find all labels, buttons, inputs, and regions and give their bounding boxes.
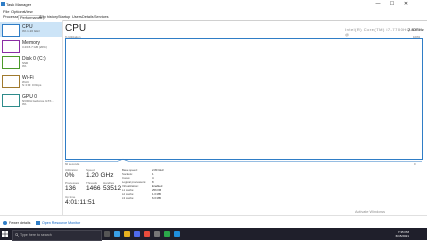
memory-thumbnail-graph [2, 40, 20, 53]
task-manager-icon [1, 1, 5, 6]
window-title: Task Manager [6, 1, 32, 7]
tab-services[interactable]: Services [93, 15, 110, 21]
cpu-thumbnail-graph [2, 24, 20, 37]
chevron-up-icon[interactable] [3, 220, 7, 225]
maximize-button[interactable]: ☐ [385, 0, 399, 8]
sidebar-item-sub: NVIDIA GeForce GTX... 0% [22, 98, 54, 106]
file-explorer-icon[interactable] [124, 231, 130, 237]
app-icon[interactable] [144, 231, 150, 237]
taskbar-search-placeholder: Type here to search [20, 233, 52, 237]
utilization-value: 0% [65, 172, 75, 179]
sidebar-item-sub: 3.2/15.7 GB (20%) [22, 45, 47, 49]
app-icon[interactable] [154, 231, 160, 237]
sidebar-item-sub: Wi-Fi S: 0 R: 0 Kbps [22, 79, 42, 87]
tab-bar: Processes Performance App history Startu… [0, 14, 427, 21]
sidebar-item-wifi[interactable]: Wi-Fi Wi-Fi S: 0 R: 0 Kbps [0, 73, 62, 88]
task-manager-taskbar-icon[interactable] [174, 231, 180, 237]
clock-time: 7:35 PM [397, 229, 409, 234]
menu-view[interactable]: View [24, 9, 33, 14]
activation-watermark-title: Activate Windows [355, 210, 385, 214]
sidebar-item-sub: 0% 1.20 GHz [22, 29, 40, 33]
menu-file[interactable]: File [3, 9, 9, 14]
teams-icon[interactable] [134, 231, 140, 237]
clock-date: 6/15/2021 [395, 233, 409, 238]
cpu-rated-frequency: 2.80GHz [408, 27, 424, 32]
resource-monitor-icon [36, 220, 40, 225]
title-bar: Task Manager — ☐ ✕ [0, 0, 427, 8]
app-icon[interactable] [164, 231, 170, 237]
fewer-details-link[interactable]: Fewer details [9, 221, 30, 225]
page-title: CPU [65, 23, 87, 34]
taskbar-search-box[interactable]: Type here to search [12, 229, 102, 241]
wifi-thumbnail-graph [2, 75, 20, 88]
processes-value: 136 [65, 185, 76, 192]
handles-value: 53512 [103, 185, 122, 192]
footer-bar: Fewer details Open Resource Monitor [0, 215, 427, 229]
edge-icon[interactable] [114, 231, 120, 237]
taskbar: Type here to search 7:35 PM 6/15/2021 [0, 228, 427, 241]
threads-value: 1466 [86, 185, 101, 192]
gpu-thumbnail-graph [2, 94, 20, 107]
sidebar-item-disk[interactable]: Disk 0 (C:) SSD 0% [0, 54, 62, 69]
taskbar-clock[interactable]: 7:35 PM 6/15/2021 [396, 230, 409, 238]
graph-zero-label: 0 [414, 162, 416, 166]
cpu-utilization-line [65, 158, 422, 162]
menu-options[interactable]: Options [11, 9, 25, 14]
cpu-utilization-graph [65, 38, 423, 160]
sidebar-item-memory[interactable]: Memory 3.2/15.7 GB (20%) [0, 38, 62, 53]
spec-label: L3 cache: [122, 196, 135, 200]
open-resource-monitor-link[interactable]: Open Resource Monitor [42, 221, 80, 225]
resource-sidebar: CPU 0% 1.20 GHz Memory 3.2/15.7 GB (20%)… [0, 20, 63, 215]
disk-thumbnail-graph [2, 56, 20, 69]
sidebar-item-cpu[interactable]: CPU 0% 1.20 GHz [0, 22, 62, 37]
minimize-button[interactable]: — [371, 0, 385, 8]
speed-value: 1.20 GHz [86, 172, 114, 179]
task-view-icon[interactable] [104, 231, 110, 237]
spec-value: 6.0 MB [152, 196, 161, 200]
search-icon [15, 233, 19, 237]
windows-start-icon[interactable] [2, 231, 8, 237]
uptime-value: 4:01:11:51 [65, 199, 96, 206]
sidebar-item-gpu[interactable]: GPU 0 NVIDIA GeForce GTX... 0% [0, 92, 62, 107]
graph-time-span-label: 60 seconds [65, 162, 80, 166]
sidebar-item-sub: SSD 0% [22, 60, 29, 68]
close-button[interactable]: ✕ [399, 0, 413, 8]
